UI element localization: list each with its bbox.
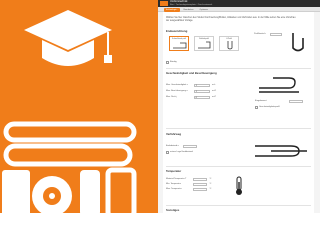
max-temp-input[interactable] (193, 188, 207, 192)
jerk-field-label: Max. Ruck j (166, 96, 177, 98)
section-temp-title: Temperatur (166, 169, 182, 173)
max-speed-input[interactable]: 1 (194, 84, 210, 88)
profile-card-2[interactable]: Stehfalzprofil (194, 36, 214, 51)
max-temp-label: Max. Temperatur (166, 188, 182, 190)
max-accel-input[interactable]: 1 (194, 90, 210, 94)
temp-unit: °C (209, 188, 212, 190)
process-checkbox[interactable] (166, 151, 169, 154)
flush-checkbox-label: Bündig (170, 60, 177, 63)
process-field-label: Endabstand e (166, 145, 179, 147)
max-jerk-input[interactable]: 0 (194, 96, 210, 100)
tab-edit[interactable]: Bearbeiten (182, 8, 195, 12)
hero-panel (0, 0, 158, 213)
profile-card-1[interactable]: Schweißrand profil (169, 36, 189, 51)
profile-card-caption: Schweißrand profil (172, 38, 186, 40)
speed-right-label: Eingabewert (255, 100, 267, 102)
process-input[interactable] (183, 145, 197, 149)
tab-options[interactable]: Optionen (198, 8, 209, 12)
graduation-cap-icon (24, 10, 112, 66)
temp-unit: °C (209, 183, 212, 185)
tab-technology[interactable]: Technologie... (164, 7, 180, 12)
profile-card-caption: U-Profil (226, 38, 232, 40)
content-panel: Wählen Sie hier zwischen den Stufen Durc… (163, 12, 314, 213)
thermometer-icon (236, 176, 242, 195)
section-speed-title: Geschwindigkeit und Beschleunigung (166, 71, 217, 75)
profile-width-label: Profilbreite b (254, 33, 266, 35)
profile-card-caption: Stehfalzprofil (199, 38, 209, 40)
process-checkbox-label: untere Lage Endabstand (170, 150, 193, 153)
intro-text: Wählen Sie hier zwischen den Stufen Durc… (166, 17, 296, 22)
profile-card-3[interactable]: U-Profil (219, 36, 239, 51)
min-temp-label: Min. Temperatur (166, 183, 181, 185)
speed-right-input[interactable] (289, 100, 303, 104)
app-topbar: Umformtechnik Bau › Technologietemplate … (158, 0, 320, 7)
temp-field-label: Material-Temperatur T (166, 178, 187, 180)
u-profile-preview-icon (292, 33, 304, 52)
speed-unit: m/s (212, 84, 216, 86)
min-temp-input[interactable] (193, 183, 207, 187)
speed-field-label: Max. Geschwindigkeit v (166, 84, 188, 86)
flush-checkbox[interactable] (166, 61, 169, 64)
app-window: Umformtechnik Bau › Technologietemplate … (158, 0, 320, 213)
profile-width-input[interactable] (270, 33, 282, 37)
app-logo (160, 1, 168, 6)
speed-profile-label: Geschwindigkeitsprofil (259, 105, 280, 108)
section-other-title: Sonstiges (166, 208, 180, 212)
rolled-material-icon (2, 121, 137, 213)
section-process-title: Verfahrweg (166, 132, 182, 136)
jerk-unit: m/s³ (212, 96, 217, 98)
material-temp-input[interactable] (193, 178, 207, 182)
temp-unit: °C (209, 178, 212, 180)
accel-unit: m/s² (212, 90, 217, 92)
section-profile-title: Endausrichtung (166, 29, 188, 33)
accel-field-label: Max. Beschleunigung a (166, 90, 188, 92)
hem-profile-preview-icon (259, 77, 299, 93)
double-hem-preview-icon (255, 145, 307, 157)
speed-profile-checkbox[interactable] (255, 106, 258, 109)
